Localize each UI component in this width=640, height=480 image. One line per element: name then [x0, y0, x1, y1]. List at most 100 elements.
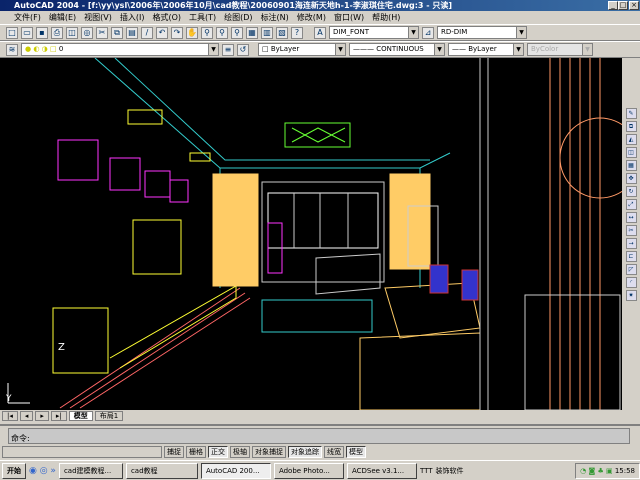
floor-lines [59, 287, 251, 409]
trim-icon[interactable]: ✂ [625, 225, 637, 236]
help-icon[interactable]: ? [291, 26, 303, 39]
task-item[interactable]: cad建模教程... [58, 462, 123, 479]
status-grid[interactable]: 栅格 [186, 446, 206, 458]
drawing-viewport[interactable]: Z Y [0, 57, 640, 411]
cut-icon[interactable]: ✂ [96, 26, 108, 39]
move-icon[interactable]: ✥ [625, 173, 637, 184]
maximize-button[interactable]: □ [618, 1, 628, 10]
ucs-z-label: Z [58, 342, 65, 353]
window [261, 181, 385, 283]
design-center-icon[interactable]: ▥ [261, 26, 273, 39]
zoom-realtime-icon[interactable]: ⚲ [201, 26, 213, 39]
menu-insert[interactable]: 插入(I) [120, 12, 145, 23]
command-window: 命令: [0, 424, 640, 444]
fillet-icon[interactable]: ◜ [625, 277, 637, 288]
open-icon[interactable]: ▭ [21, 26, 33, 39]
undo-icon[interactable]: ↶ [156, 26, 168, 39]
task-item[interactable]: cad教程 [125, 462, 198, 479]
menu-modify[interactable]: 修改(M) [297, 12, 326, 23]
task-item[interactable]: AutoCAD 200... [200, 462, 271, 479]
redo-icon[interactable]: ↷ [171, 26, 183, 39]
stretch-icon[interactable]: ↔ [625, 212, 637, 223]
coffee-table [261, 299, 373, 333]
zoom-window-icon[interactable]: ⚲ [216, 26, 228, 39]
column-left [212, 173, 259, 287]
picture-frame [132, 219, 182, 275]
new-icon[interactable]: □ [6, 26, 18, 39]
lamp [284, 122, 351, 148]
close-button[interactable]: × [629, 1, 639, 10]
coordinates-display [2, 446, 162, 458]
room-drawing [7, 57, 640, 411]
preview-icon[interactable]: ◫ [66, 26, 78, 39]
copy-icon[interactable]: ⧉ [111, 26, 123, 39]
menu-draw[interactable]: 绘图(D) [224, 12, 252, 23]
menu-file[interactable]: 文件(F) [14, 12, 41, 23]
column-right [389, 173, 431, 270]
array-icon[interactable]: ▦ [625, 160, 637, 171]
quicklaunch-icon[interactable]: ◉ ◎ » [29, 466, 56, 476]
layers-toolbar: ≋ ● ◐ ◑ □ 0 ▼ ≡ ↺ □ ByLayer ▼ ——— CONTINUO… [0, 41, 640, 58]
tab-prev-icon[interactable]: ◂ [19, 411, 34, 421]
menu-tools[interactable]: 工具(T) [189, 12, 216, 23]
offset-icon[interactable]: ◫ [625, 147, 637, 158]
layer-previous-icon[interactable]: ↺ [237, 43, 249, 56]
scale-icon[interactable]: ⤢ [625, 199, 637, 210]
task-item[interactable]: ACDSee v3.1... [346, 462, 417, 479]
explode-icon[interactable]: ✷ [625, 290, 637, 301]
tab-first-icon[interactable]: |◂ [2, 411, 18, 421]
linetype-select[interactable]: ——— CONTINUOUS ▼ [349, 43, 445, 56]
layer-manager-icon[interactable]: ≋ [6, 43, 18, 56]
status-model[interactable]: 模型 [346, 446, 366, 458]
status-snap[interactable]: 捕捉 [164, 446, 184, 458]
mirror-icon[interactable]: ◭ [625, 134, 637, 145]
print-icon[interactable]: ⎙ [51, 26, 63, 39]
tool-palettes-icon[interactable]: ▧ [276, 26, 288, 39]
task-item[interactable]: Adobe Photo... [273, 462, 344, 479]
zoom-previous-icon[interactable]: ⚲ [231, 26, 243, 39]
tab-layout1[interactable]: 布局1 [94, 411, 124, 421]
make-current-layer-icon[interactable]: ≡ [222, 43, 234, 56]
cushions [429, 264, 479, 301]
menu-window[interactable]: 窗口(W) [334, 12, 364, 23]
status-lwt[interactable]: 线宽 [324, 446, 344, 458]
menu-help[interactable]: 帮助(H) [372, 12, 400, 23]
save-icon[interactable]: ▪ [36, 26, 48, 39]
extend-icon[interactable]: → [625, 238, 637, 249]
dim-style-select[interactable]: RD-DIM ▼ [437, 26, 527, 39]
match-properties-icon[interactable]: / [141, 26, 153, 39]
paste-icon[interactable]: ▤ [126, 26, 138, 39]
text-style-icon: A [314, 26, 326, 39]
wall-boxes [57, 139, 189, 203]
start-button[interactable]: 开始 [2, 462, 26, 479]
status-otrack[interactable]: 对象追踪 [288, 446, 322, 458]
tab-next-icon[interactable]: ▸ [35, 411, 49, 421]
publish-icon[interactable]: ◎ [81, 26, 93, 39]
status-polar[interactable]: 极轴 [230, 446, 250, 458]
lineweight-select[interactable]: —— ByLayer ▼ [448, 43, 524, 56]
layer-select[interactable]: ● ◐ ◑ □ 0 ▼ [21, 43, 219, 56]
ucs-y-label: Y [6, 394, 12, 404]
menu-format[interactable]: 格式(O) [152, 12, 181, 23]
copy-object-icon[interactable]: ⧉ [625, 121, 637, 132]
menu-dimension[interactable]: 标注(N) [261, 12, 289, 23]
status-osnap[interactable]: 对象捕捉 [252, 446, 286, 458]
menu-edit[interactable]: 编辑(E) [49, 12, 76, 23]
menu-view[interactable]: 视图(V) [84, 12, 112, 23]
pan-icon[interactable]: ✋ [186, 26, 198, 39]
text-style-select[interactable]: DIM_FONT ▼ [329, 26, 419, 39]
erase-icon[interactable]: ✎ [625, 108, 637, 119]
status-ortho[interactable]: 正交 [208, 446, 228, 458]
color-select[interactable]: □ ByLayer ▼ [258, 43, 346, 56]
tab-model[interactable]: 模型 [68, 411, 93, 421]
tray-icons[interactable]: ◔ ◙ ♣ ▣ [580, 467, 612, 475]
break-icon[interactable]: ⊏ [625, 251, 637, 262]
rotate-icon[interactable]: ↻ [625, 186, 637, 197]
properties-icon[interactable]: ▦ [246, 26, 258, 39]
chamfer-icon[interactable]: ◸ [625, 264, 637, 275]
tab-last-icon[interactable]: ▸| [50, 411, 67, 421]
ceiling-lights [127, 109, 211, 162]
minimize-button[interactable]: _ [608, 1, 618, 10]
command-input[interactable]: 命令: [8, 428, 630, 444]
taskbar: 开始 ◉ ◎ » cad建模教程... cad教程 AutoCAD 200...… [0, 460, 640, 480]
